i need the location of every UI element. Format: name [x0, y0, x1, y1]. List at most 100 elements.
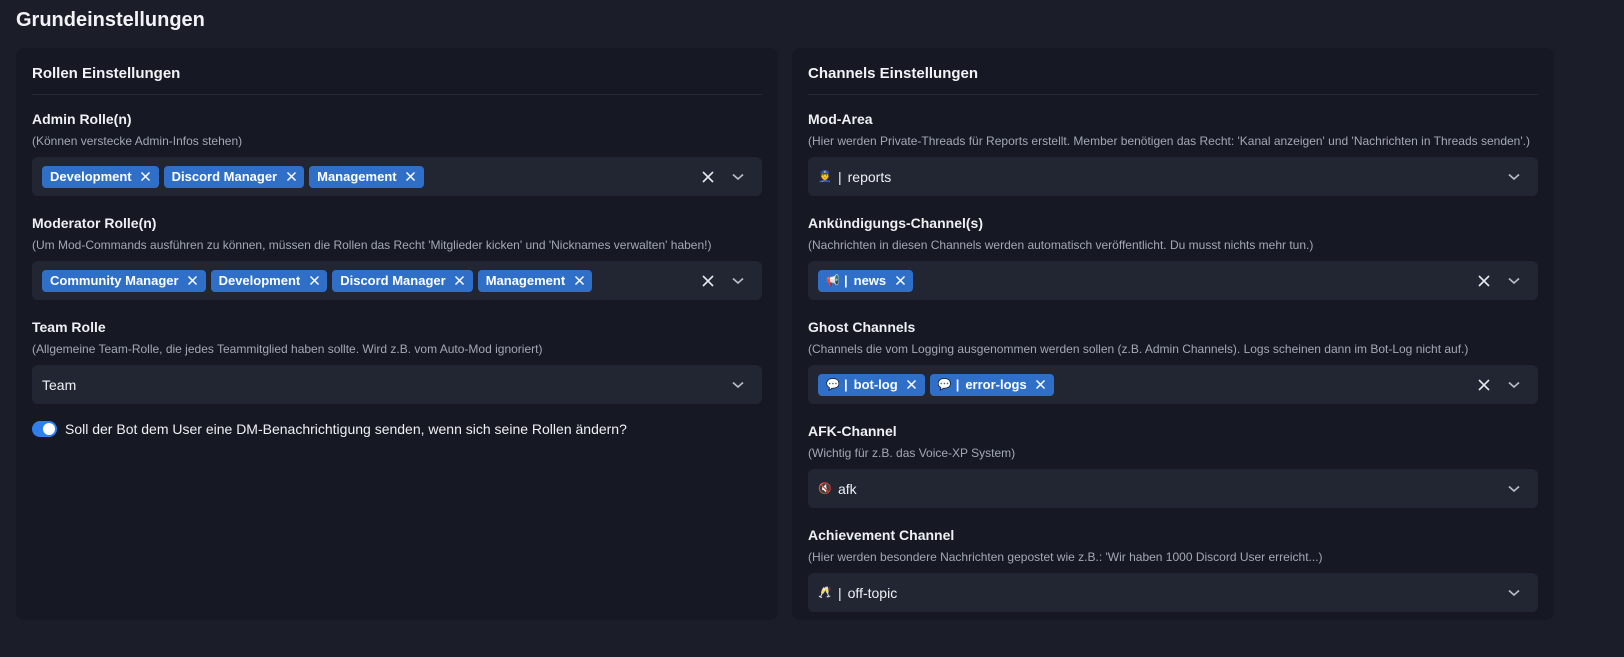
dm-notification-toggle[interactable]: [32, 421, 57, 437]
dm-notification-label: Soll der Bot dem User eine DM-Benachrich…: [65, 421, 627, 437]
chip-remove-icon[interactable]: [283, 169, 299, 185]
chevron-down-icon[interactable]: [1500, 163, 1528, 191]
achievement-channel-label: Achievement Channel: [808, 527, 955, 543]
team-role-hint: (Allgemeine Team-Rolle, die jedes Teammi…: [32, 342, 543, 356]
role-chip-label: Development: [218, 273, 301, 288]
admin-roles-hint: (Können verstecke Admin-Infos stehen): [32, 134, 243, 148]
role-chip-label: Community Manager: [50, 273, 179, 288]
ghost-channels-field: Ghost Channels (Channels die vom Logging…: [808, 317, 1538, 404]
moderator-roles-select[interactable]: Community Manager Development Discord Mana…: [32, 261, 762, 300]
mod-area-field: Mod-Area (Hier werden Private-Threads fü…: [808, 109, 1538, 196]
team-role-select[interactable]: Team: [32, 365, 762, 404]
ghost-channels-label: Ghost Channels: [808, 319, 916, 335]
chip-remove-icon[interactable]: [904, 377, 920, 393]
role-chip: Discord Manager: [332, 269, 473, 292]
ghost-channels-values: 💬 | bot-log 💬 | error-logs: [818, 373, 1470, 396]
role-chip-label: Development: [50, 169, 132, 184]
ghost-channels-hint: (Channels die vom Logging ausgenommen we…: [808, 342, 1469, 356]
admin-roles-label: Admin Rolle(n): [32, 111, 132, 127]
afk-channel-label: AFK-Channel: [808, 423, 897, 439]
achievement-channel-field: Achievement Channel (Hier werden besonde…: [808, 525, 1538, 612]
channel-chip: 📢 | news: [818, 269, 914, 292]
role-chip: Community Manager: [42, 269, 206, 292]
afk-channel-value: afk: [838, 480, 857, 497]
channels-panel-title: Channels Einstellungen: [808, 64, 1538, 95]
mod-area-label: Mod-Area: [808, 111, 873, 127]
separator: |: [838, 584, 842, 601]
announcement-values: 📢 | news: [818, 269, 1470, 292]
mod-area-select[interactable]: 👮 | reports: [808, 157, 1538, 196]
channel-emoji-icon: 📢: [826, 275, 840, 287]
chip-remove-icon[interactable]: [403, 169, 419, 185]
achievement-channel-hint: (Hier werden besondere Nachrichten gepos…: [808, 550, 1323, 564]
afk-channel-select[interactable]: 🔇 afk: [808, 469, 1538, 508]
role-chip: Management: [309, 165, 424, 188]
chip-remove-icon[interactable]: [571, 273, 587, 289]
team-role-field: Team Rolle (Allgemeine Team-Rolle, die j…: [32, 317, 762, 404]
separator: |: [844, 377, 848, 392]
achievement-channel-select[interactable]: 🥂 | off-topic: [808, 573, 1538, 612]
roles-panel-title: Rollen Einstellungen: [32, 64, 762, 95]
channel-chip-label: bot-log: [853, 377, 898, 392]
mod-area-hint: (Hier werden Private-Threads für Reports…: [808, 134, 1530, 148]
channels-panel: Channels Einstellungen Mod-Area (Hier we…: [792, 48, 1554, 620]
role-chip: Development: [42, 165, 159, 188]
chip-remove-icon[interactable]: [306, 273, 322, 289]
chevron-down-icon[interactable]: [724, 163, 752, 191]
moderator-roles-label: Moderator Rolle(n): [32, 215, 157, 231]
chevron-down-icon[interactable]: [1500, 371, 1528, 399]
moderator-roles-hint: (Um Mod-Commands ausführen zu können, mü…: [32, 238, 712, 252]
separator: |: [844, 273, 848, 288]
team-role-value: Team: [42, 376, 77, 393]
chip-remove-icon[interactable]: [1033, 377, 1049, 393]
role-chip-label: Management: [485, 273, 566, 288]
channel-emoji-icon: 💬: [826, 379, 840, 391]
chevron-down-icon[interactable]: [1500, 475, 1528, 503]
channel-chip-label: news: [853, 273, 887, 288]
channel-chip: 💬 | error-logs: [929, 373, 1054, 396]
separator: |: [955, 377, 960, 392]
team-role-label: Team Rolle: [32, 319, 106, 335]
chevron-down-icon[interactable]: [724, 267, 752, 295]
clear-icon[interactable]: [1470, 371, 1498, 399]
channel-emoji-icon: 💬: [937, 379, 952, 391]
chevron-down-icon[interactable]: [1500, 579, 1528, 607]
chevron-down-icon[interactable]: [724, 371, 752, 399]
clear-icon[interactable]: [694, 267, 722, 295]
achievement-channel-value: off-topic: [847, 584, 898, 601]
role-chip-label: Discord Manager: [340, 273, 446, 288]
moderator-roles-field: Moderator Rolle(n) (Um Mod-Commands ausf…: [32, 213, 762, 300]
admin-roles-values: Development Discord Manager Management: [42, 165, 694, 188]
police-emoji-icon: 👮: [818, 171, 832, 183]
page-title: Grundeinstellungen: [16, 9, 205, 31]
chip-remove-icon[interactable]: [892, 273, 908, 289]
announcement-select[interactable]: 📢 | news: [808, 261, 1538, 300]
role-chip: Management: [477, 269, 593, 292]
announcement-label: Ankündigungs-Channel(s): [808, 215, 983, 231]
channel-chip-label: error-logs: [965, 377, 1027, 392]
moderator-roles-values: Community Manager Development Discord Mana…: [42, 269, 694, 292]
role-chip-label: Management: [317, 169, 397, 184]
announcement-field: Ankündigungs-Channel(s) (Nachrichten in …: [808, 213, 1538, 300]
clear-icon[interactable]: [694, 163, 722, 191]
admin-roles-select[interactable]: Development Discord Manager Management: [32, 157, 762, 196]
role-chip-label: Discord Manager: [171, 169, 278, 184]
afk-channel-field: AFK-Channel (Wichtig für z.B. das Voice-…: [808, 421, 1538, 508]
chip-remove-icon[interactable]: [452, 273, 468, 289]
clinking-glasses-icon: 🥂: [818, 587, 832, 599]
muted-speaker-icon: 🔇: [818, 483, 832, 495]
mod-area-value: reports: [847, 168, 892, 185]
chevron-down-icon[interactable]: [1500, 267, 1528, 295]
channel-chip: 💬 | bot-log: [818, 373, 925, 396]
ghost-channels-select[interactable]: 💬 | bot-log 💬 | error-logs: [808, 365, 1538, 404]
clear-icon[interactable]: [1470, 267, 1498, 295]
role-chip: Discord Manager: [163, 165, 305, 188]
announcement-hint: (Nachrichten in diesen Channels werden a…: [808, 238, 1314, 252]
chip-remove-icon[interactable]: [185, 273, 201, 289]
dm-notification-row: Soll der Bot dem User eine DM-Benachrich…: [32, 421, 762, 437]
role-chip: Development: [210, 269, 328, 292]
afk-channel-hint: (Wichtig für z.B. das Voice-XP System): [808, 446, 1016, 460]
chip-remove-icon[interactable]: [138, 169, 154, 185]
roles-panel: Rollen Einstellungen Admin Rolle(n) (Kön…: [16, 48, 778, 620]
toggle-knob: [43, 423, 55, 435]
